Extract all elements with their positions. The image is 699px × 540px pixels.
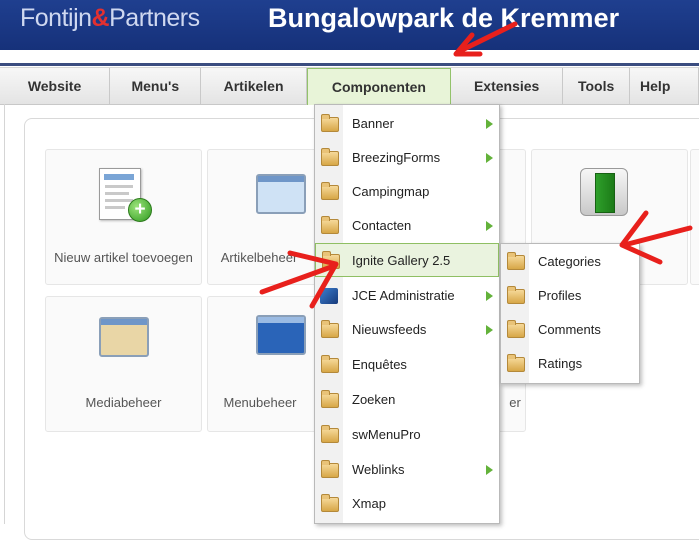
annotation-arrows bbox=[259, 21, 693, 309]
